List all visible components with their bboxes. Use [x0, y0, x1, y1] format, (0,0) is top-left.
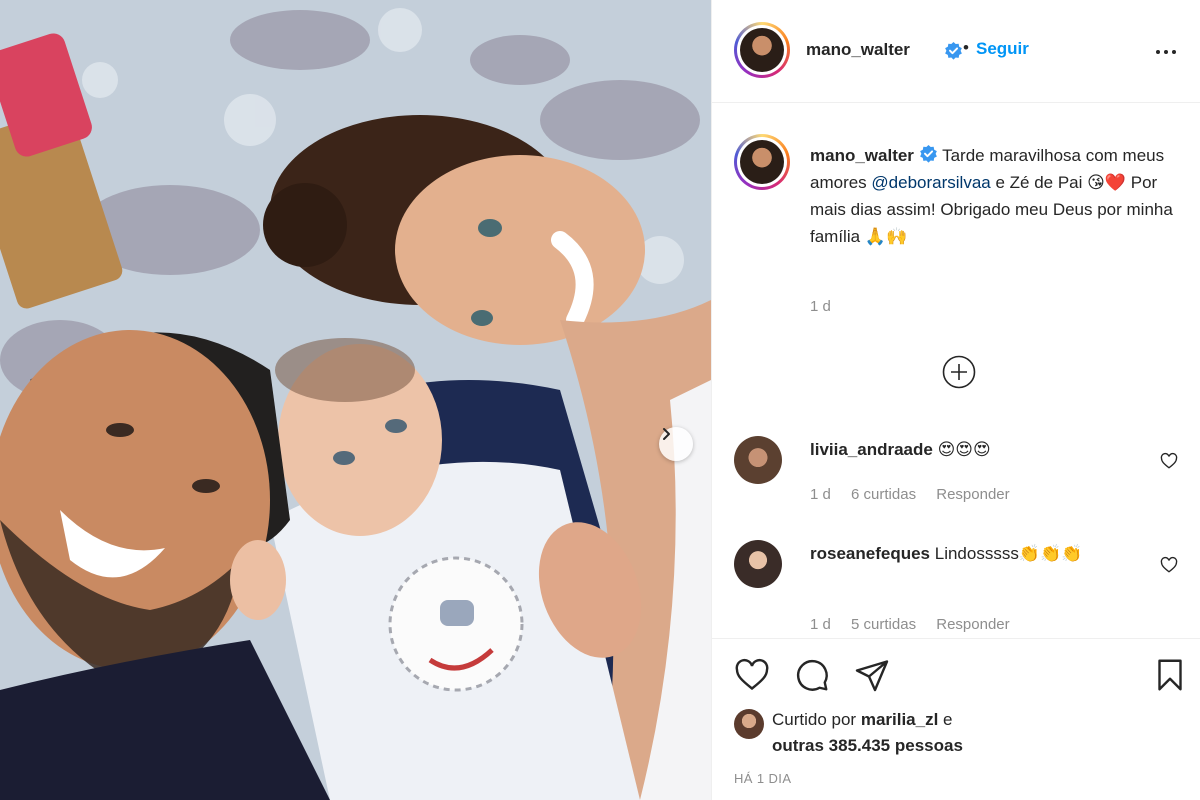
comment-time[interactable]: 1 d [810, 616, 831, 633]
instagram-post: mano_walter • Seguir mano_walter Tarde m… [0, 0, 1200, 800]
comment-likes[interactable]: 6 curtidas [851, 486, 916, 503]
comment-body: 😍😍😍 [937, 440, 991, 459]
chevron-right-icon [663, 428, 670, 440]
commenter-username[interactable]: roseanefeques [810, 544, 930, 563]
author-avatar[interactable] [734, 22, 790, 78]
caption-text: mano_walter Tarde maravilhosa com meus a… [810, 142, 1186, 250]
commenter-avatar[interactable] [734, 436, 782, 484]
comment-likes[interactable]: 5 curtidas [851, 616, 916, 633]
comment-body: Lindosssss👏👏👏 [934, 544, 1083, 563]
reply-button[interactable]: Responder [936, 486, 1009, 503]
next-photo-button[interactable] [659, 427, 693, 461]
author-username[interactable]: mano_walter [806, 40, 910, 60]
reply-button[interactable]: Responder [936, 616, 1009, 633]
comment-meta: 1 d 6 curtidas Responder [810, 486, 1026, 503]
caption-avatar[interactable] [734, 134, 790, 190]
comment-time[interactable]: 1 d [810, 486, 831, 503]
verified-badge-icon [945, 41, 962, 60]
post-actions: Curtido por marilia_zl e outras 385.435 … [712, 638, 1200, 800]
comment-text: liviia_andraade 😍😍😍 [810, 436, 1150, 463]
plus-circle-icon[interactable] [942, 355, 976, 389]
heart-icon[interactable] [1160, 452, 1178, 470]
post-side-panel: mano_walter • Seguir mano_walter Tarde m… [711, 0, 1200, 800]
comment-meta: 1 d 5 curtidas Responder [810, 616, 1026, 633]
more-horizontal-icon[interactable] [1154, 40, 1178, 64]
likes-text: Curtido por marilia_zl e outras 385.435 … [772, 707, 1172, 759]
follow-button[interactable]: Seguir [976, 39, 1029, 59]
bookmark-icon[interactable] [1152, 657, 1188, 693]
likes-prefix: Curtido por [772, 710, 861, 729]
comment-item: liviia_andraade 😍😍😍 1 d 6 curtidas Respo… [734, 436, 1184, 516]
send-icon[interactable] [854, 657, 890, 693]
heart-icon[interactable] [734, 657, 770, 693]
caption-username[interactable]: mano_walter [810, 146, 914, 165]
commenter-username[interactable]: liviia_andraade [810, 440, 933, 459]
family-selfie-image [0, 0, 711, 800]
comment-text: roseanefeques Lindosssss👏👏👏 [810, 540, 1150, 567]
separator-dot: • [963, 38, 969, 57]
post-header: mano_walter • Seguir [712, 0, 1200, 103]
liker-username[interactable]: marilia_zl [861, 710, 939, 729]
post-photo[interactable] [0, 0, 711, 800]
caption-mention-link[interactable]: @deborarsilvaa [871, 173, 990, 192]
likes-middle: e [938, 710, 953, 729]
heart-icon[interactable] [1160, 556, 1178, 574]
comment-item: roseanefeques Lindosssss👏👏👏 1 d 5 curtid… [734, 540, 1184, 633]
liker-avatar[interactable] [734, 709, 764, 739]
comments-section[interactable]: mano_walter Tarde maravilhosa com meus a… [712, 104, 1200, 638]
comment-icon[interactable] [794, 657, 830, 693]
likes-others-link[interactable]: outras 385.435 pessoas [772, 736, 963, 755]
caption-timestamp[interactable]: 1 d [810, 298, 831, 315]
verified-badge-icon [919, 144, 937, 163]
commenter-avatar[interactable] [734, 540, 782, 588]
post-date[interactable]: HÁ 1 DIA [734, 771, 791, 786]
